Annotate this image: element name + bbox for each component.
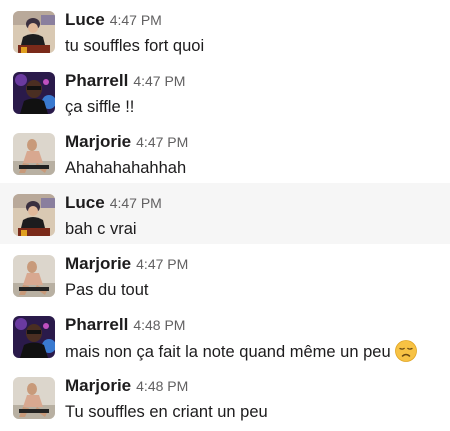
luce-avatar-icon[interactable] <box>13 11 55 53</box>
pharrell-avatar-icon[interactable] <box>13 316 55 358</box>
marjorie-avatar-icon[interactable] <box>13 377 55 419</box>
message-header: Luce 4:47 PM <box>65 9 162 32</box>
author-name[interactable]: Pharrell <box>65 71 128 90</box>
message-text: Pas du tout <box>65 281 149 299</box>
message-item[interactable]: Luce 4:47 PM tu souffles fort quoi <box>0 0 450 61</box>
timestamp[interactable]: 4:47 PM <box>110 195 162 211</box>
timestamp[interactable]: 4:47 PM <box>136 256 188 272</box>
luce-avatar-icon[interactable] <box>13 194 55 236</box>
message-header: Pharrell 4:47 PM <box>65 70 185 93</box>
timestamp[interactable]: 4:48 PM <box>136 378 188 394</box>
marjorie-avatar-icon[interactable] <box>13 133 55 175</box>
message-header: Marjorie 4:48 PM <box>65 375 188 398</box>
message-text: bah c vrai <box>65 220 137 238</box>
message-item[interactable]: Marjorie 4:47 PM Pas du tout <box>0 244 450 305</box>
timestamp[interactable]: 4:47 PM <box>110 12 162 28</box>
message-item[interactable]: Luce 4:47 PM bah c vrai <box>0 183 450 244</box>
pharrell-avatar-icon[interactable] <box>13 72 55 114</box>
message-text: tu souffles fort quoi <box>65 37 205 55</box>
message-header: Marjorie 4:47 PM <box>65 131 188 154</box>
marjorie-avatar-icon[interactable] <box>13 255 55 297</box>
author-name[interactable]: Pharrell <box>65 315 128 334</box>
timestamp[interactable]: 4:47 PM <box>133 73 185 89</box>
message-item[interactable]: Marjorie 4:48 PM Tu souffles en criant un… <box>0 366 450 427</box>
disappointed-face-emoji <box>394 340 417 362</box>
message-header: Pharrell 4:48 PM <box>65 314 185 337</box>
message-item[interactable]: Pharrell 4:48 PM mais non ça fait la note… <box>0 305 450 366</box>
timestamp[interactable]: 4:48 PM <box>133 317 185 333</box>
message-item[interactable]: Marjorie 4:47 PM Ahahahahahhah <box>0 122 450 183</box>
timestamp[interactable]: 4:47 PM <box>136 134 188 150</box>
author-name[interactable]: Marjorie <box>65 376 131 395</box>
message-text-row: mais non ça fait la note quand même un p… <box>65 340 417 363</box>
author-name[interactable]: Luce <box>65 193 105 212</box>
author-name[interactable]: Marjorie <box>65 132 131 151</box>
message-text: ça siffle !! <box>65 98 135 116</box>
message-header: Marjorie 4:47 PM <box>65 253 188 276</box>
author-name[interactable]: Marjorie <box>65 254 131 273</box>
message-list: Luce 4:47 PM tu souffles fort quoi Pharre… <box>0 0 450 431</box>
message-item[interactable]: Pharrell 4:47 PM ça siffle !! <box>0 61 450 122</box>
author-name[interactable]: Luce <box>65 10 105 29</box>
message-text: Tu souffles en criant un peu <box>65 403 268 421</box>
message-text: mais non ça fait la note quand même un p… <box>65 343 391 361</box>
message-header: Luce 4:47 PM <box>65 192 162 215</box>
message-text: Ahahahahahhah <box>65 159 187 177</box>
